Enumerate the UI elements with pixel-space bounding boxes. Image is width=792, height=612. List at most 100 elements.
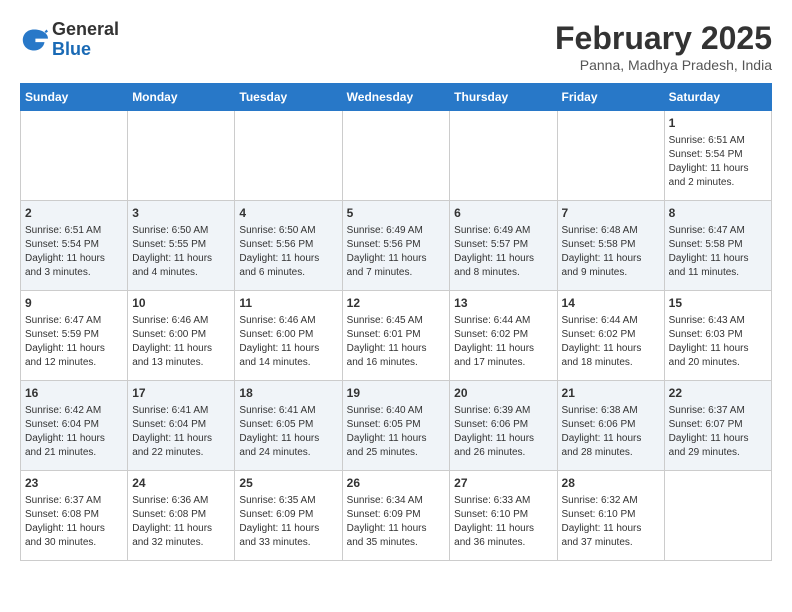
day-number: 24 <box>132 475 230 492</box>
calendar-cell <box>21 111 128 201</box>
day-header-tuesday: Tuesday <box>235 84 342 111</box>
day-number: 21 <box>562 385 660 402</box>
day-info: Sunrise: 6:50 AM Sunset: 5:56 PM Dayligh… <box>239 224 337 280</box>
day-info: Sunrise: 6:46 AM Sunset: 6:00 PM Dayligh… <box>239 314 337 370</box>
logo-general: General <box>52 19 119 39</box>
day-info: Sunrise: 6:47 AM Sunset: 5:58 PM Dayligh… <box>669 224 767 280</box>
day-number: 20 <box>454 385 552 402</box>
calendar-cell: 28 Sunrise: 6:32 AM Sunset: 6:10 PM Dayli… <box>557 471 664 561</box>
day-number: 17 <box>132 385 230 402</box>
day-number: 23 <box>25 475 123 492</box>
day-info: Sunrise: 6:44 AM Sunset: 6:02 PM Dayligh… <box>562 314 660 370</box>
calendar-cell: 24 Sunrise: 6:36 AM Sunset: 6:08 PM Dayli… <box>128 471 235 561</box>
day-info: Sunrise: 6:51 AM Sunset: 5:54 PM Dayligh… <box>25 224 123 280</box>
calendar-cell: 10 Sunrise: 6:46 AM Sunset: 6:00 PM Dayli… <box>128 291 235 381</box>
calendar-cell: 18Sunrise: 6:41 AM Sunset: 6:05 PM Dayli… <box>235 381 342 471</box>
day-info: Sunrise: 6:41 AM Sunset: 6:04 PM Dayligh… <box>132 404 230 460</box>
day-number: 28 <box>562 475 660 492</box>
day-info: Sunrise: 6:39 AM Sunset: 6:06 PM Dayligh… <box>454 404 552 460</box>
calendar-cell: 8 Sunrise: 6:47 AM Sunset: 5:58 PM Daylig… <box>664 201 771 291</box>
day-info: Sunrise: 6:32 AM Sunset: 6:10 PM Dayligh… <box>562 494 660 550</box>
calendar-cell: 7 Sunrise: 6:48 AM Sunset: 5:58 PM Daylig… <box>557 201 664 291</box>
calendar-week-row: 16 Sunrise: 6:42 AM Sunset: 6:04 PM Dayli… <box>21 381 772 471</box>
calendar-cell: 1Sunrise: 6:51 AM Sunset: 5:54 PM Daylig… <box>664 111 771 201</box>
day-number: 22 <box>669 385 767 402</box>
day-number: 2 <box>25 205 123 222</box>
day-info: Sunrise: 6:47 AM Sunset: 5:59 PM Dayligh… <box>25 314 123 370</box>
day-number: 16 <box>25 385 123 402</box>
calendar-cell: 9Sunrise: 6:47 AM Sunset: 5:59 PM Daylig… <box>21 291 128 381</box>
day-info: Sunrise: 6:46 AM Sunset: 6:00 PM Dayligh… <box>132 314 230 370</box>
calendar-cell: 25 Sunrise: 6:35 AM Sunset: 6:09 PM Dayli… <box>235 471 342 561</box>
day-number: 10 <box>132 295 230 312</box>
calendar-cell: 11 Sunrise: 6:46 AM Sunset: 6:00 PM Dayli… <box>235 291 342 381</box>
day-info: Sunrise: 6:44 AM Sunset: 6:02 PM Dayligh… <box>454 314 552 370</box>
calendar-cell: 20 Sunrise: 6:39 AM Sunset: 6:06 PM Dayli… <box>450 381 557 471</box>
day-number: 6 <box>454 205 552 222</box>
calendar-cell: 12 Sunrise: 6:45 AM Sunset: 6:01 PM Dayli… <box>342 291 450 381</box>
day-info: Sunrise: 6:36 AM Sunset: 6:08 PM Dayligh… <box>132 494 230 550</box>
calendar-week-row: 23 Sunrise: 6:37 AM Sunset: 6:08 PM Dayli… <box>21 471 772 561</box>
day-info: Sunrise: 6:33 AM Sunset: 6:10 PM Dayligh… <box>454 494 552 550</box>
day-info: Sunrise: 6:41 AM Sunset: 6:05 PM Dayligh… <box>239 404 337 460</box>
calendar-cell <box>128 111 235 201</box>
calendar-cell: 23 Sunrise: 6:37 AM Sunset: 6:08 PM Dayli… <box>21 471 128 561</box>
calendar-week-row: 9Sunrise: 6:47 AM Sunset: 5:59 PM Daylig… <box>21 291 772 381</box>
calendar-cell: 3 Sunrise: 6:50 AM Sunset: 5:55 PM Daylig… <box>128 201 235 291</box>
day-info: Sunrise: 6:49 AM Sunset: 5:56 PM Dayligh… <box>347 224 446 280</box>
day-info: Sunrise: 6:37 AM Sunset: 6:08 PM Dayligh… <box>25 494 123 550</box>
day-number: 19 <box>347 385 446 402</box>
day-info: Sunrise: 6:48 AM Sunset: 5:58 PM Dayligh… <box>562 224 660 280</box>
title-area: February 2025 Panna, Madhya Pradesh, Ind… <box>555 20 772 73</box>
calendar-cell: 16 Sunrise: 6:42 AM Sunset: 6:04 PM Dayli… <box>21 381 128 471</box>
calendar-cell: 26Sunrise: 6:34 AM Sunset: 6:09 PM Dayli… <box>342 471 450 561</box>
day-number: 8 <box>669 205 767 222</box>
day-info: Sunrise: 6:34 AM Sunset: 6:09 PM Dayligh… <box>347 494 446 550</box>
calendar-cell <box>450 111 557 201</box>
calendar-header-row: SundayMondayTuesdayWednesdayThursdayFrid… <box>21 84 772 111</box>
calendar-cell: 19 Sunrise: 6:40 AM Sunset: 6:05 PM Dayli… <box>342 381 450 471</box>
day-info: Sunrise: 6:37 AM Sunset: 6:07 PM Dayligh… <box>669 404 767 460</box>
calendar-cell: 15 Sunrise: 6:43 AM Sunset: 6:03 PM Dayli… <box>664 291 771 381</box>
day-header-wednesday: Wednesday <box>342 84 450 111</box>
day-info: Sunrise: 6:49 AM Sunset: 5:57 PM Dayligh… <box>454 224 552 280</box>
day-number: 4 <box>239 205 337 222</box>
day-number: 12 <box>347 295 446 312</box>
calendar-cell <box>664 471 771 561</box>
calendar-cell: 4 Sunrise: 6:50 AM Sunset: 5:56 PM Daylig… <box>235 201 342 291</box>
day-info: Sunrise: 6:43 AM Sunset: 6:03 PM Dayligh… <box>669 314 767 370</box>
day-number: 25 <box>239 475 337 492</box>
day-number: 14 <box>562 295 660 312</box>
calendar-cell <box>235 111 342 201</box>
location: Panna, Madhya Pradesh, India <box>555 57 772 73</box>
day-number: 13 <box>454 295 552 312</box>
day-info: Sunrise: 6:38 AM Sunset: 6:06 PM Dayligh… <box>562 404 660 460</box>
day-info: Sunrise: 6:35 AM Sunset: 6:09 PM Dayligh… <box>239 494 337 550</box>
calendar-cell: 2 Sunrise: 6:51 AM Sunset: 5:54 PM Daylig… <box>21 201 128 291</box>
day-number: 11 <box>239 295 337 312</box>
day-number: 1 <box>669 115 767 132</box>
day-header-monday: Monday <box>128 84 235 111</box>
day-number: 5 <box>347 205 446 222</box>
logo-icon <box>20 26 48 54</box>
day-header-thursday: Thursday <box>450 84 557 111</box>
day-header-saturday: Saturday <box>664 84 771 111</box>
day-info: Sunrise: 6:42 AM Sunset: 6:04 PM Dayligh… <box>25 404 123 460</box>
calendar-cell: 22 Sunrise: 6:37 AM Sunset: 6:07 PM Dayli… <box>664 381 771 471</box>
day-header-friday: Friday <box>557 84 664 111</box>
calendar-week-row: 2 Sunrise: 6:51 AM Sunset: 5:54 PM Daylig… <box>21 201 772 291</box>
calendar-cell: 13 Sunrise: 6:44 AM Sunset: 6:02 PM Dayli… <box>450 291 557 381</box>
logo-blue: Blue <box>52 39 91 59</box>
day-number: 15 <box>669 295 767 312</box>
day-number: 3 <box>132 205 230 222</box>
logo: General Blue <box>20 20 119 60</box>
header: General Blue February 2025 Panna, Madhya… <box>20 20 772 73</box>
day-info: Sunrise: 6:40 AM Sunset: 6:05 PM Dayligh… <box>347 404 446 460</box>
calendar-week-row: 1Sunrise: 6:51 AM Sunset: 5:54 PM Daylig… <box>21 111 772 201</box>
day-number: 7 <box>562 205 660 222</box>
day-info: Sunrise: 6:45 AM Sunset: 6:01 PM Dayligh… <box>347 314 446 370</box>
day-info: Sunrise: 6:50 AM Sunset: 5:55 PM Dayligh… <box>132 224 230 280</box>
day-number: 27 <box>454 475 552 492</box>
month-title: February 2025 <box>555 20 772 57</box>
calendar-cell <box>342 111 450 201</box>
